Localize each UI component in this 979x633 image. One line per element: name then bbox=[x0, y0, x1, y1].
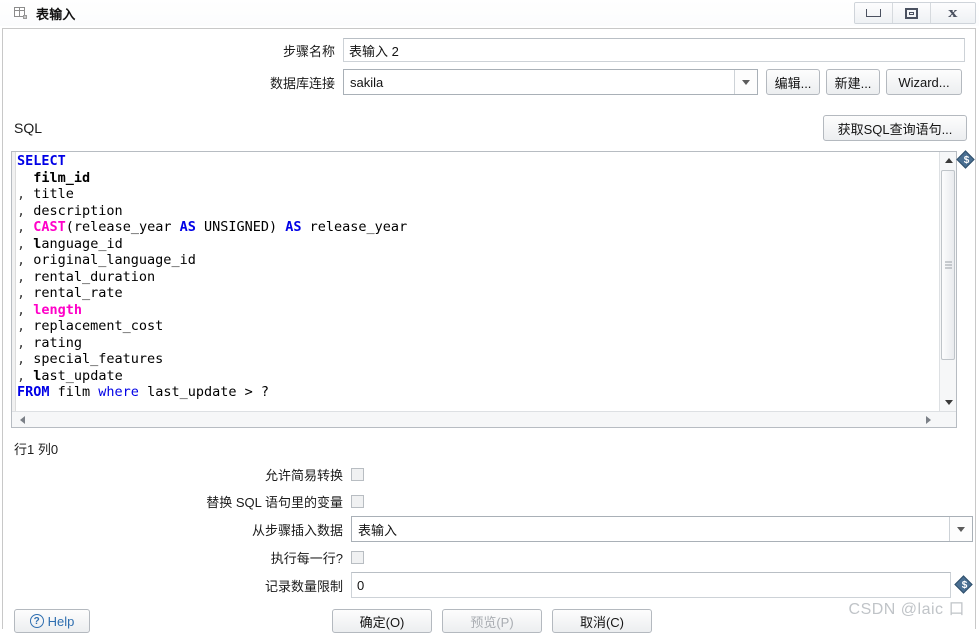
execute-each-row-label: 执行每一行? bbox=[270, 550, 343, 566]
limit-row: 记录数量限制 0 $ bbox=[3, 571, 975, 599]
watermark: CSDN @laic 口 bbox=[848, 601, 965, 618]
close-button[interactable]: x bbox=[931, 3, 975, 23]
ok-button[interactable]: 确定(O) bbox=[332, 609, 432, 633]
limit-label: 记录数量限制 bbox=[264, 578, 343, 594]
maximize-icon bbox=[905, 7, 918, 19]
connection-label: 数据库连接 bbox=[269, 75, 335, 91]
insert-from-step-select[interactable]: 表输入 bbox=[351, 516, 973, 542]
help-button[interactable]: ? Help bbox=[14, 609, 90, 633]
wizard-button[interactable]: Wizard... bbox=[886, 69, 962, 95]
chevron-down-icon[interactable] bbox=[734, 70, 757, 94]
minimize-icon bbox=[866, 9, 881, 17]
scroll-up-arrow-icon[interactable] bbox=[940, 152, 956, 169]
lazy-conversion-row: 允许简易转换 bbox=[3, 461, 975, 487]
close-icon: x bbox=[948, 4, 958, 21]
step-name-value: 表输入 2 bbox=[349, 43, 399, 59]
editor-gutter bbox=[12, 152, 16, 427]
edit-connection-button[interactable]: 编辑... bbox=[766, 69, 820, 95]
execute-each-row-checkbox[interactable] bbox=[351, 550, 364, 564]
window-controls: x bbox=[854, 2, 976, 24]
options-form: 允许简易转换 替换 SQL 语句里的变量 从步骤插入数据 表输入 执行每一行? … bbox=[3, 461, 975, 600]
scroll-right-arrow-icon[interactable] bbox=[920, 412, 936, 427]
step-name-label: 步骤名称 bbox=[282, 43, 335, 59]
scroll-grip-icon bbox=[945, 261, 952, 269]
question-circle-icon: ? bbox=[29, 614, 44, 628]
insert-from-step-row: 从步骤插入数据 表输入 bbox=[3, 515, 975, 543]
minimize-button[interactable] bbox=[855, 3, 893, 23]
connection-value: sakila bbox=[350, 74, 384, 90]
dialog-footer: ? Help 确定(O) 预览(P) 取消(C) bbox=[0, 603, 979, 633]
get-sql-statement-button[interactable]: 获取SQL查询语句... bbox=[823, 115, 967, 141]
scroll-left-arrow-icon[interactable] bbox=[14, 412, 30, 427]
sql-code[interactable]: SELECT film_id , title , description , C… bbox=[17, 153, 937, 410]
insert-from-step-value: 表输入 bbox=[358, 522, 398, 538]
scroll-down-arrow-icon[interactable] bbox=[940, 394, 956, 411]
step-name-row: 步骤名称 表输入 2 bbox=[3, 38, 975, 62]
lazy-conversion-label: 允许简易转换 bbox=[264, 467, 343, 483]
lazy-conversion-checkbox[interactable] bbox=[351, 467, 364, 481]
editor-horizontal-scrollbar[interactable] bbox=[12, 411, 956, 427]
new-connection-button[interactable]: 新建... bbox=[826, 69, 880, 95]
replace-variables-label: 替换 SQL 语句里的变量 bbox=[206, 494, 343, 510]
window-titlebar: 表输入 x bbox=[0, 0, 979, 27]
sql-label: SQL bbox=[14, 120, 43, 136]
window-title: 表输入 bbox=[36, 6, 76, 22]
chevron-down-icon[interactable] bbox=[949, 517, 972, 541]
execute-each-row-row: 执行每一行? bbox=[3, 544, 975, 570]
help-label: Help bbox=[47, 613, 75, 629]
caret-position-status: 行1 列0 bbox=[14, 442, 59, 457]
step-name-input[interactable]: 表输入 2 bbox=[343, 38, 965, 62]
limit-value: 0 bbox=[357, 577, 365, 593]
sql-variable-dollar-icon: $ bbox=[956, 150, 975, 169]
vertical-scroll-thumb[interactable] bbox=[941, 170, 955, 360]
sql-editor[interactable]: SELECT film_id , title , description , C… bbox=[11, 151, 957, 428]
connection-select[interactable]: sakila bbox=[343, 69, 758, 95]
editor-vertical-scrollbar[interactable] bbox=[939, 152, 956, 411]
cancel-button[interactable]: 取消(C) bbox=[552, 609, 652, 633]
connection-row: 数据库连接 sakila 编辑... 新建... Wizard... bbox=[3, 69, 975, 95]
table-input-icon bbox=[14, 6, 28, 20]
maximize-button[interactable] bbox=[893, 3, 931, 23]
limit-variable-dollar-icon: $ bbox=[954, 574, 973, 594]
preview-button: 预览(P) bbox=[442, 609, 542, 633]
insert-from-step-label: 从步骤插入数据 bbox=[251, 522, 343, 538]
dialog-panel: 步骤名称 表输入 2 数据库连接 sakila 编辑... 新建... Wiza… bbox=[2, 28, 976, 629]
replace-variables-checkbox[interactable] bbox=[351, 494, 364, 508]
replace-variables-row: 替换 SQL 语句里的变量 bbox=[3, 488, 975, 514]
